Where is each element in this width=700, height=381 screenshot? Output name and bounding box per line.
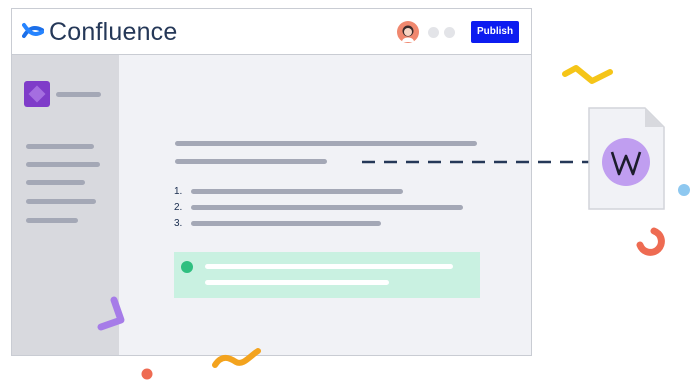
confluence-logo-icon <box>22 23 44 38</box>
yellow-zigzag-decoration <box>562 65 613 84</box>
app-title: Confluence <box>49 18 178 46</box>
blue-dot-decoration <box>678 184 690 196</box>
top-bar: Confluence Publish <box>12 9 531 55</box>
list-item-1 <box>191 189 403 194</box>
presence-dot-2 <box>444 27 455 38</box>
info-line-2 <box>205 280 389 285</box>
sidebar-item-1[interactable] <box>26 144 94 149</box>
red-ring-decoration <box>636 227 665 256</box>
space-name-placeholder <box>56 92 101 97</box>
orange-dot-decoration <box>141 368 153 380</box>
page-subtitle-placeholder <box>175 159 327 164</box>
publish-button[interactable]: Publish <box>471 21 519 43</box>
wordpress-logo-icon <box>602 138 650 186</box>
list-number-1: 1. <box>174 186 183 197</box>
sidebar-item-5[interactable] <box>26 218 78 223</box>
sidebar-item-2[interactable] <box>26 162 100 167</box>
dashed-connector <box>362 160 614 164</box>
sidebar-item-4[interactable] <box>26 199 96 204</box>
orange-wave-decoration <box>212 348 261 368</box>
info-line-1 <box>205 264 453 269</box>
space-icon[interactable] <box>24 81 50 107</box>
list-item-2 <box>191 205 463 210</box>
list-number-2: 2. <box>174 202 183 213</box>
list-number-3: 3. <box>174 218 183 229</box>
list-item-3 <box>191 221 381 226</box>
status-dot-icon <box>181 261 193 273</box>
purple-chevron-decoration <box>97 296 125 331</box>
info-panel <box>174 252 480 298</box>
confluence-window: Confluence Publish 1. 2. 3. <box>11 8 532 356</box>
presence-dot-1 <box>428 27 439 38</box>
sidebar-item-3[interactable] <box>26 180 85 185</box>
page-title-placeholder <box>175 141 477 146</box>
user-avatar-icon[interactable] <box>397 21 419 43</box>
